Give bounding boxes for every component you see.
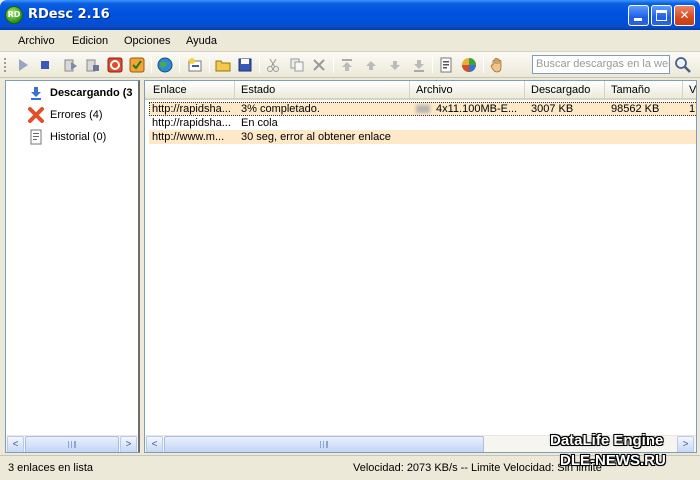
scroll-thumb[interactable] xyxy=(25,436,119,452)
maximize-button[interactable] xyxy=(651,5,672,26)
scroll-right-arrow[interactable]: > xyxy=(677,436,694,452)
scroll-left-arrow[interactable]: < xyxy=(146,436,163,452)
window-title: RDesc 2.16 xyxy=(28,7,110,22)
close-icon: ✕ xyxy=(679,8,690,22)
menu-archivo[interactable]: Archivo xyxy=(18,35,55,47)
menu-ayuda[interactable]: Ayuda xyxy=(186,35,217,47)
cell-enlace: http://www.m... xyxy=(152,131,225,143)
menu-bar: Archivo Edicion Opciones Ayuda xyxy=(0,30,700,52)
options-icon[interactable] xyxy=(460,56,478,74)
cell-tamano: 98562 KB xyxy=(611,103,660,115)
left-hscrollbar[interactable]: < > xyxy=(6,435,138,452)
scroll-right-arrow[interactable]: > xyxy=(120,436,137,452)
download-list: Enlace Estado Archivo Descargado Tamaño … xyxy=(144,80,697,453)
copy-icon[interactable] xyxy=(288,56,306,74)
start-all-icon[interactable] xyxy=(62,56,80,74)
cell-descargado: 3007 KB xyxy=(531,103,574,115)
minimize-icon xyxy=(634,18,642,21)
search-icon[interactable] xyxy=(673,55,693,75)
column-estado[interactable]: Estado xyxy=(235,81,410,100)
table-row[interactable]: http://rapidsha... 3% completado. 4x11.1… xyxy=(149,102,696,116)
watermark-line2: DLE-NEWS.RU xyxy=(560,452,666,469)
error-x-icon xyxy=(28,107,44,123)
title-bar[interactable]: RD RDesc 2.16 ✕ xyxy=(0,0,700,30)
toolbar-separator xyxy=(483,57,484,73)
tree-item-label: Errores (4) xyxy=(50,109,103,121)
menu-edicion[interactable]: Edicion xyxy=(72,35,108,47)
watermark-line1: DataLife Engine xyxy=(550,432,664,449)
maximize-icon xyxy=(656,10,667,21)
stop-all-icon[interactable] xyxy=(84,56,102,74)
stop-icon[interactable] xyxy=(36,56,54,74)
column-enlace[interactable]: Enlace xyxy=(147,81,235,100)
tree-item-label: Descargando (3 xyxy=(50,87,133,99)
column-v[interactable]: V xyxy=(683,81,696,100)
schedule-icon[interactable] xyxy=(128,56,146,74)
minimize-button[interactable] xyxy=(628,5,649,26)
toolbar-separator xyxy=(179,57,180,73)
table-row[interactable]: http://www.m... 30 seg, error al obtener… xyxy=(149,130,696,144)
history-doc-icon xyxy=(30,129,42,145)
table-row[interactable]: http://rapidsha... En cola xyxy=(149,116,696,130)
move-up-icon[interactable] xyxy=(362,56,380,74)
menu-opciones[interactable]: Opciones xyxy=(124,35,170,47)
tree-item-descargando[interactable]: Descargando (3 xyxy=(8,83,138,103)
new-link-icon[interactable] xyxy=(186,56,204,74)
column-tamano[interactable]: Tamaño xyxy=(605,81,683,100)
cell-estado: En cola xyxy=(241,117,278,129)
toolbar: Buscar descargas en la web xyxy=(0,52,700,78)
tree-item-label: Historial (0) xyxy=(50,131,107,143)
table-header: Enlace Estado Archivo Descargado Tamaño … xyxy=(145,81,696,100)
toolbar-separator xyxy=(333,57,334,73)
properties-icon[interactable] xyxy=(437,56,455,74)
move-down-icon[interactable] xyxy=(386,56,404,74)
cut-icon[interactable] xyxy=(264,56,282,74)
scroll-left-arrow[interactable]: < xyxy=(7,436,24,452)
toolbar-separator xyxy=(259,57,260,73)
scroll-thumb[interactable] xyxy=(164,436,484,452)
open-folder-icon[interactable] xyxy=(214,56,232,74)
toolbar-grip[interactable] xyxy=(4,58,7,72)
app-logo-icon: RD xyxy=(5,6,23,24)
search-input[interactable]: Buscar descargas en la web xyxy=(532,55,670,74)
close-button[interactable]: ✕ xyxy=(674,5,695,26)
cell-archivo: 4x11.100MB-E... xyxy=(413,102,525,116)
cell-enlace: http://rapidsha... xyxy=(152,103,231,115)
save-icon[interactable] xyxy=(236,56,254,74)
cell-estado: 30 seg, error al obtener enlace xyxy=(241,131,391,143)
delete-icon[interactable] xyxy=(310,56,328,74)
toolbar-separator xyxy=(209,57,210,73)
blurred-redaction xyxy=(416,105,430,114)
download-arrow-icon xyxy=(31,87,41,100)
cell-estado: 3% completado. xyxy=(241,103,320,115)
tree-item-errores[interactable]: Errores (4) xyxy=(8,105,138,125)
column-archivo[interactable]: Archivo xyxy=(410,81,525,100)
status-link-count: 3 enlaces en lista xyxy=(8,462,93,474)
toolbar-separator xyxy=(432,57,433,73)
delete-red-icon[interactable] xyxy=(106,56,124,74)
toolbar-separator xyxy=(151,57,152,73)
category-tree: Descargando (3 Errores (4) Historial (0)… xyxy=(5,80,140,453)
cell-enlace: http://rapidsha... xyxy=(152,117,231,129)
column-descargado[interactable]: Descargado xyxy=(525,81,605,100)
tree-item-historial[interactable]: Historial (0) xyxy=(8,127,138,147)
play-icon[interactable] xyxy=(14,56,32,74)
move-top-icon[interactable] xyxy=(338,56,356,74)
cell-v: 1 xyxy=(689,103,696,115)
globe-icon[interactable] xyxy=(156,56,174,74)
move-bottom-icon[interactable] xyxy=(410,56,428,74)
hand-icon[interactable] xyxy=(488,56,506,74)
